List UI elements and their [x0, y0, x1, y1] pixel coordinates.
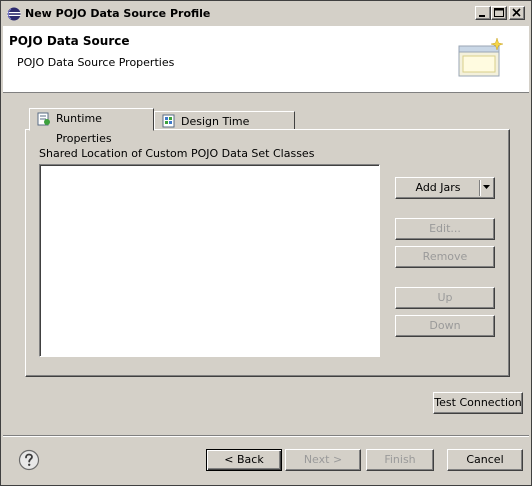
cancel-button[interactable]: Cancel	[447, 449, 523, 471]
split-divider	[479, 180, 481, 196]
maximize-button[interactable]	[491, 6, 507, 20]
page-title: POJO Data Source	[9, 34, 130, 48]
design-time-properties-icon	[162, 114, 175, 128]
tab-design-time-properties[interactable]: Design Time Properties	[154, 111, 295, 148]
finish-button[interactable]: Finish	[366, 449, 434, 471]
add-jars-label: Add Jars	[415, 181, 461, 194]
help-icon[interactable]	[18, 449, 40, 471]
close-button[interactable]	[509, 6, 525, 20]
tab-runtime-label: Runtime Properties	[56, 112, 112, 145]
dialog-window: New POJO Data Source Profile POJO Data S…	[0, 0, 532, 486]
runtime-properties-icon	[37, 112, 50, 126]
add-jars-button[interactable]: Add Jars	[395, 177, 495, 199]
minimize-button[interactable]	[475, 6, 491, 20]
wizard-banner-icon	[458, 37, 504, 77]
edit-button[interactable]: Edit...	[395, 218, 495, 240]
jar-list-label: Shared Location of Custom POJO Data Set …	[39, 147, 315, 160]
page-subtitle: POJO Data Source Properties	[17, 56, 175, 69]
wizard-header: POJO Data Source POJO Data Source Proper…	[3, 26, 529, 93]
close-icon	[512, 8, 521, 17]
jar-list[interactable]	[39, 164, 380, 357]
down-button[interactable]: Down	[395, 315, 495, 337]
remove-button[interactable]: Remove	[395, 246, 495, 268]
next-button[interactable]: Next >	[285, 449, 361, 471]
back-button[interactable]: < Back	[206, 449, 282, 471]
tab-runtime-properties[interactable]: Runtime Properties	[29, 108, 154, 145]
dropdown-arrow-icon[interactable]	[483, 185, 490, 190]
up-button[interactable]: Up	[395, 287, 495, 309]
minimize-icon	[479, 15, 485, 17]
footer-separator	[3, 435, 529, 437]
window-title: New POJO Data Source Profile	[25, 7, 211, 20]
test-connection-button[interactable]: Test Connection	[433, 392, 523, 414]
eclipse-icon	[7, 7, 21, 21]
title-bar[interactable]: New POJO Data Source Profile	[3, 3, 529, 25]
maximize-icon	[494, 8, 504, 17]
